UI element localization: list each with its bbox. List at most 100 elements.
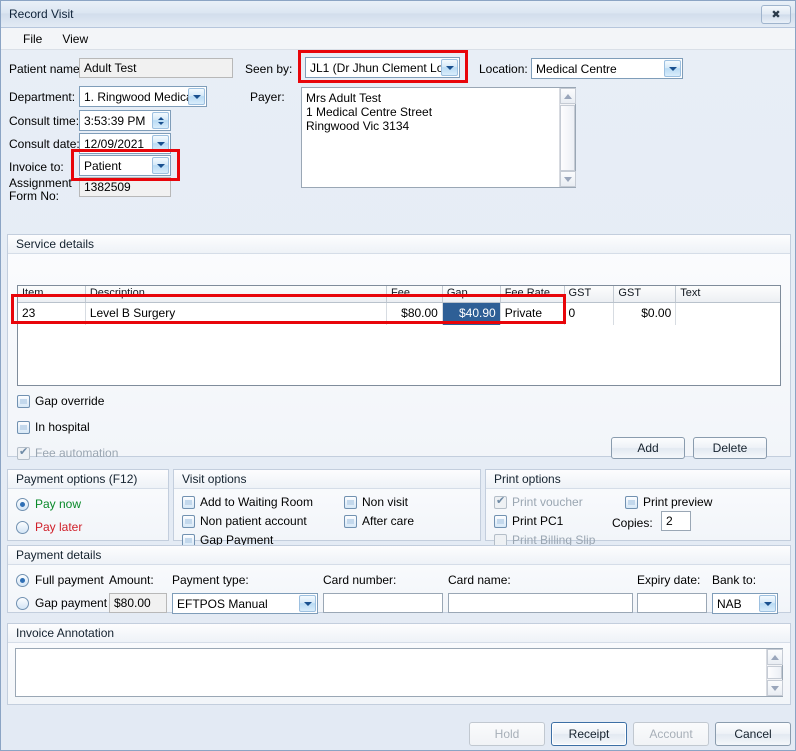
cell-item[interactable]: 23 [18, 303, 86, 325]
payer-line-1: Mrs Adult Test [306, 91, 382, 105]
expiry-date-field[interactable] [637, 593, 707, 613]
payment-type-label: Payment type: [172, 573, 249, 587]
invoice-annotation-scrollbar[interactable] [766, 649, 783, 696]
col-fee[interactable]: Fee [387, 286, 443, 302]
checkbox-label: After care [362, 514, 415, 528]
receipt-button[interactable]: Receipt [551, 722, 627, 746]
invoice-to-select[interactable]: Patient [79, 155, 171, 176]
location-label: Location: [479, 62, 528, 76]
checkbox-in-hospital[interactable]: In hospital [17, 420, 90, 434]
location-select[interactable]: Medical Centre [531, 58, 683, 79]
consult-time-stepper[interactable]: 3:53:39 PM [79, 110, 171, 131]
bank-to-select[interactable]: NAB [712, 593, 778, 614]
checkbox-non-patient-account[interactable]: Non patient account [182, 514, 307, 528]
cell-fee-rate[interactable]: Private [501, 303, 565, 325]
radio-gap-payment[interactable]: Gap payment [16, 596, 107, 610]
close-icon[interactable]: ✖ [761, 4, 791, 24]
chevron-down-icon[interactable] [299, 595, 316, 612]
account-button: Account [633, 722, 709, 746]
seen-by-value: JL1 (Dr Jhun Clement Lo) [310, 60, 448, 75]
copies-input[interactable]: 2 [661, 511, 691, 531]
title-bar: Record Visit ✖ [1, 1, 795, 28]
payment-type-select[interactable]: EFTPOS Manual [172, 593, 318, 614]
cancel-button[interactable]: Cancel [715, 722, 791, 746]
spinner-icon[interactable] [152, 112, 169, 129]
cell-gst-2[interactable]: $0.00 [614, 303, 677, 325]
consult-date-value: 12/09/2021 [84, 136, 145, 151]
scroll-up-icon[interactable] [767, 649, 783, 665]
service-grid[interactable]: Item Description Fee Gap Fee Rate GST GS… [17, 285, 781, 386]
checkbox-icon [17, 420, 30, 434]
cell-gap[interactable]: $40.90 [442, 303, 501, 325]
checkbox-add-to-waiting-room[interactable]: Add to Waiting Room [182, 495, 313, 509]
consult-date-label: Consult date: [9, 137, 80, 151]
cell-gst-1[interactable]: 0 [565, 303, 615, 325]
invoice-to-label: Invoice to: [9, 160, 64, 174]
seen-by-select[interactable]: JL1 (Dr Jhun Clement Lo) [305, 57, 460, 78]
col-fee-rate[interactable]: Fee Rate [501, 286, 565, 302]
scroll-down-icon[interactable] [560, 171, 576, 187]
scroll-up-icon[interactable] [560, 88, 576, 104]
print-options-title: Print options [486, 470, 790, 489]
consult-time-value: 3:53:39 PM [84, 113, 146, 128]
chevron-down-icon[interactable] [188, 88, 205, 105]
checkbox-label: Gap override [35, 394, 105, 408]
assignment-form-label: Assignment Form No: [9, 176, 72, 203]
col-item[interactable]: Item [18, 286, 86, 302]
payment-options-title: Payment options (F12) [8, 470, 168, 489]
chevron-down-icon[interactable] [441, 59, 458, 76]
radio-pay-later[interactable]: Pay later [16, 520, 82, 534]
checkbox-label: In hospital [35, 420, 90, 434]
checkbox-label: Print voucher [512, 495, 583, 509]
cell-fee[interactable]: $80.00 [387, 303, 443, 325]
payer-textarea[interactable]: Mrs Adult Test 1 Medical Centre Street R… [301, 87, 576, 188]
chevron-down-icon[interactable] [152, 157, 169, 174]
consult-date-select[interactable]: 12/09/2021 [79, 133, 171, 154]
window-title: Record Visit [9, 7, 74, 21]
scrollbar-thumb[interactable] [560, 105, 575, 171]
scroll-down-icon[interactable] [767, 680, 783, 696]
checkbox-icon [625, 495, 638, 509]
card-name-field[interactable] [448, 593, 633, 613]
col-gst-1[interactable]: GST [565, 286, 615, 302]
menu-item-file[interactable]: File [13, 30, 52, 48]
assignment-form-field[interactable]: 1382509 [79, 177, 171, 197]
patient-name-field[interactable]: Adult Test [79, 58, 233, 78]
chevron-down-icon[interactable] [759, 595, 776, 612]
visit-options-title: Visit options [174, 470, 480, 489]
radio-pay-now[interactable]: Pay now [16, 497, 81, 511]
checkbox-after-care[interactable]: After care [344, 514, 414, 528]
checkbox-label: Fee automation [35, 446, 119, 460]
bank-to-value: NAB [717, 596, 742, 611]
cell-description[interactable]: Level B Surgery [86, 303, 387, 325]
checkbox-checked-icon [17, 445, 30, 460]
scrollbar-thumb[interactable] [767, 666, 782, 679]
payer-scrollbar[interactable] [559, 88, 576, 187]
delete-button[interactable]: Delete [693, 437, 767, 459]
payer-line-2: 1 Medical Centre Street [306, 105, 433, 119]
checkbox-non-visit[interactable]: Non visit [344, 495, 408, 509]
col-description[interactable]: Description [86, 286, 387, 302]
radio-label: Gap payment [35, 596, 108, 610]
checkbox-gap-override[interactable]: Gap override [17, 394, 104, 408]
add-button[interactable]: Add [611, 437, 685, 459]
card-number-label: Card number: [323, 573, 397, 587]
chevron-down-icon[interactable] [664, 60, 681, 77]
invoice-annotation-textarea[interactable] [15, 648, 783, 697]
col-text[interactable]: Text [676, 286, 780, 302]
cell-text[interactable] [676, 303, 780, 325]
menu-item-view[interactable]: View [52, 30, 98, 48]
amount-field[interactable]: $80.00 [109, 593, 167, 613]
table-row[interactable]: 23 Level B Surgery $80.00 $40.90 Private… [18, 303, 780, 325]
department-select[interactable]: 1. Ringwood Medica... [79, 86, 207, 107]
card-number-field[interactable] [323, 593, 443, 613]
radio-full-payment[interactable]: Full payment [16, 573, 104, 587]
payer-line-3: Ringwood Vic 3134 [306, 119, 410, 133]
checkbox-fee-automation: Fee automation [17, 445, 119, 460]
checkbox-print-pc1[interactable]: Print PC1 [494, 514, 563, 528]
chevron-down-icon[interactable] [152, 135, 169, 152]
bank-to-label: Bank to: [712, 573, 757, 587]
col-gst-2[interactable]: GST [614, 286, 677, 302]
col-gap[interactable]: Gap [443, 286, 501, 302]
checkbox-print-preview[interactable]: Print preview [625, 495, 712, 509]
